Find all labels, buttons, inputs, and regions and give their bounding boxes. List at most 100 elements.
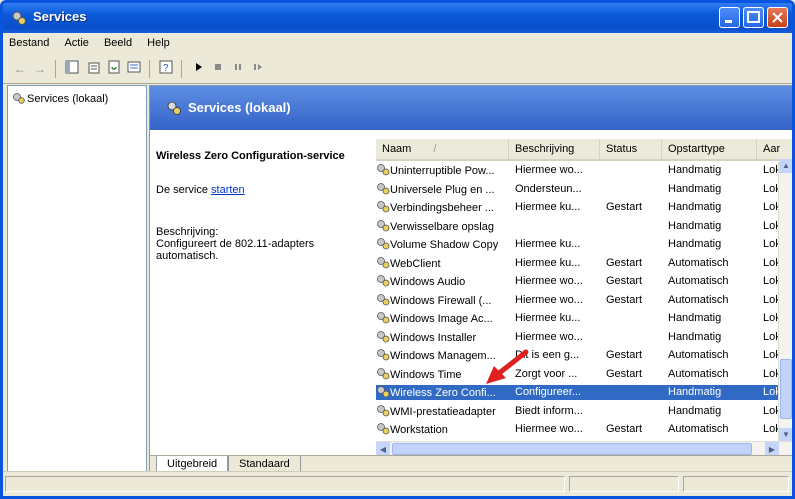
tree-node-label: Services (lokaal)	[27, 93, 109, 105]
play-icon[interactable]	[189, 60, 207, 78]
cell-name: Windows Firewall (...	[376, 293, 509, 308]
scroll-down-icon[interactable]: ▼	[779, 428, 792, 442]
cell-start: Handmatig	[668, 164, 722, 176]
menu-bestand[interactable]: Bestand	[3, 33, 55, 49]
cell-name: Uninterruptible Pow...	[376, 163, 509, 178]
back-icon[interactable]: ←	[11, 60, 29, 78]
table-row[interactable]: Windows Audio Hiermee wo... Gestart Automat…	[376, 274, 784, 289]
maximize-icon	[747, 11, 760, 23]
table-row[interactable]: Windows Time Zorgt voor ... Gestart Automat…	[376, 367, 784, 382]
service-name: Verwisselbare opslag	[390, 220, 494, 233]
cell-status: Gestart	[606, 201, 643, 213]
cell-status: Gestart	[606, 367, 643, 380]
column-header-naam[interactable]: Naam /	[376, 139, 509, 159]
vertical-scrollbar[interactable]: ▲ ▼	[778, 159, 792, 442]
table-row[interactable]: WebClient Hiermee ku... Gestart Automatisch…	[376, 256, 784, 271]
service-name: Windows Firewall (...	[390, 294, 492, 307]
service-gear-icon	[377, 238, 390, 250]
console-tree: Services (lokaal)	[7, 85, 147, 475]
cell-name: Windows Installer	[376, 330, 509, 345]
service-name: Volume Shadow Copy	[390, 239, 499, 251]
export-list-icon[interactable]	[125, 60, 143, 78]
cell-start: Handmatig	[668, 330, 722, 343]
svg-text:?: ?	[163, 63, 169, 74]
table-row[interactable]: Wireless Zero Confi... Configureer... Hand…	[376, 385, 784, 400]
refresh-icon[interactable]	[105, 60, 123, 78]
pane-header: Services (lokaal)	[150, 86, 792, 130]
service-name: Wireless Zero Confi...	[390, 387, 496, 399]
title-bar[interactable]: Services	[3, 3, 792, 33]
table-row[interactable]: Verbindingsbeheer ... Hiermee ku... Gestar…	[376, 200, 784, 215]
table-row[interactable]: Workstation Hiermee wo... Gestart Automatis…	[376, 422, 784, 437]
table-row[interactable]: Universele Plug en ... Ondersteun... Handm…	[376, 182, 784, 197]
cell-status: Gestart	[606, 349, 643, 361]
service-name: Windows Audio	[390, 276, 466, 288]
help-icon[interactable]: ?	[157, 60, 175, 78]
cell-start: Automatisch	[668, 293, 729, 306]
menu-help[interactable]: Help	[141, 33, 176, 49]
service-name: Windows Time	[390, 368, 462, 381]
maximize-button[interactable]	[743, 7, 764, 28]
service-gear-icon	[377, 164, 390, 176]
close-button[interactable]	[767, 7, 788, 28]
column-header-status[interactable]: Status	[600, 139, 662, 159]
cell-start: Handmatig	[668, 312, 722, 324]
restart-icon[interactable]	[249, 60, 267, 78]
cell-status	[606, 330, 664, 345]
scroll-thumb-horizontal[interactable]	[392, 443, 752, 455]
column-header-aanmelden[interactable]: Aar	[757, 139, 792, 159]
cell-status: Gestart	[606, 275, 643, 287]
scroll-thumb[interactable]	[780, 359, 792, 419]
table-row[interactable]: Uninterruptible Pow... Hiermee wo... Handm…	[376, 163, 784, 178]
cell-start: Handmatig	[668, 182, 722, 195]
properties-icon[interactable]	[85, 60, 103, 78]
forward-icon[interactable]: →	[31, 60, 49, 78]
scroll-up-icon[interactable]: ▲	[779, 159, 792, 173]
stop-icon[interactable]	[209, 60, 227, 78]
show-hide-tree-icon[interactable]	[63, 60, 81, 78]
column-header-opstarttype[interactable]: Opstarttype	[662, 139, 757, 159]
cell-desc: Ondersteun...	[515, 182, 582, 195]
cell-status	[606, 163, 664, 178]
service-gear-icon	[377, 367, 390, 379]
service-name: WebClient	[390, 257, 441, 270]
tree-node-services-local[interactable]: Services (lokaal)	[12, 92, 108, 105]
table-row[interactable]: Windows Image Ac... Hiermee ku... Handmati…	[376, 311, 784, 326]
cell-start: Automatisch	[668, 423, 729, 435]
service-name: Verbindingsbeheer ...	[390, 202, 494, 214]
table-row[interactable]: Windows Managem... Dit is een g... Gestart…	[376, 348, 784, 363]
pause-icon[interactable]	[229, 60, 247, 78]
sort-arrow-icon: /	[433, 143, 437, 155]
table-row[interactable]: Verwisselbare opslag Handmatig Lok.	[376, 219, 784, 234]
menu-actie[interactable]: Actie	[58, 33, 94, 49]
cell-start: Handmatig	[668, 386, 722, 398]
minimize-button[interactable]	[719, 7, 740, 28]
service-gear-icon	[377, 219, 390, 231]
column-header-beschrijving[interactable]: Beschrijving	[509, 139, 600, 159]
cell-status: Gestart	[606, 293, 643, 306]
selected-service-title: Wireless Zero Configuration-service	[156, 150, 345, 162]
cell-name: Verwisselbare opslag	[376, 219, 509, 234]
cell-status: Gestart	[606, 256, 643, 269]
service-gear-icon	[377, 386, 390, 398]
menu-bar: Bestand Actie Beeld Help	[3, 33, 792, 56]
service-gear-icon	[377, 423, 390, 435]
service-gear-icon	[377, 256, 390, 268]
description-line-2: automatisch.	[156, 250, 219, 262]
cell-desc: Biedt inform...	[515, 404, 583, 417]
service-gear-icon	[377, 349, 390, 361]
start-service-link[interactable]: starten	[211, 184, 245, 196]
cell-status	[606, 385, 664, 400]
table-row[interactable]: Volume Shadow Copy Hiermee ku... Handmatig…	[376, 237, 784, 252]
menu-beeld[interactable]: Beeld	[98, 33, 138, 49]
minimize-icon	[725, 20, 732, 23]
cell-start: Automatisch	[668, 275, 729, 287]
close-icon	[772, 12, 783, 23]
status-segment	[683, 476, 789, 492]
table-row[interactable]: WMI-prestatieadapter Biedt inform... Handm…	[376, 404, 784, 419]
table-row[interactable]: Windows Firewall (... Hiermee wo... Gestar…	[376, 293, 784, 308]
services-window: Services Bestand Actie Beeld Help ← → ? …	[0, 0, 795, 499]
table-row[interactable]: Windows Installer Hiermee wo... Handmatig L…	[376, 330, 784, 345]
window-title: Services	[33, 9, 87, 24]
pane-title: Services (lokaal)	[188, 100, 291, 115]
